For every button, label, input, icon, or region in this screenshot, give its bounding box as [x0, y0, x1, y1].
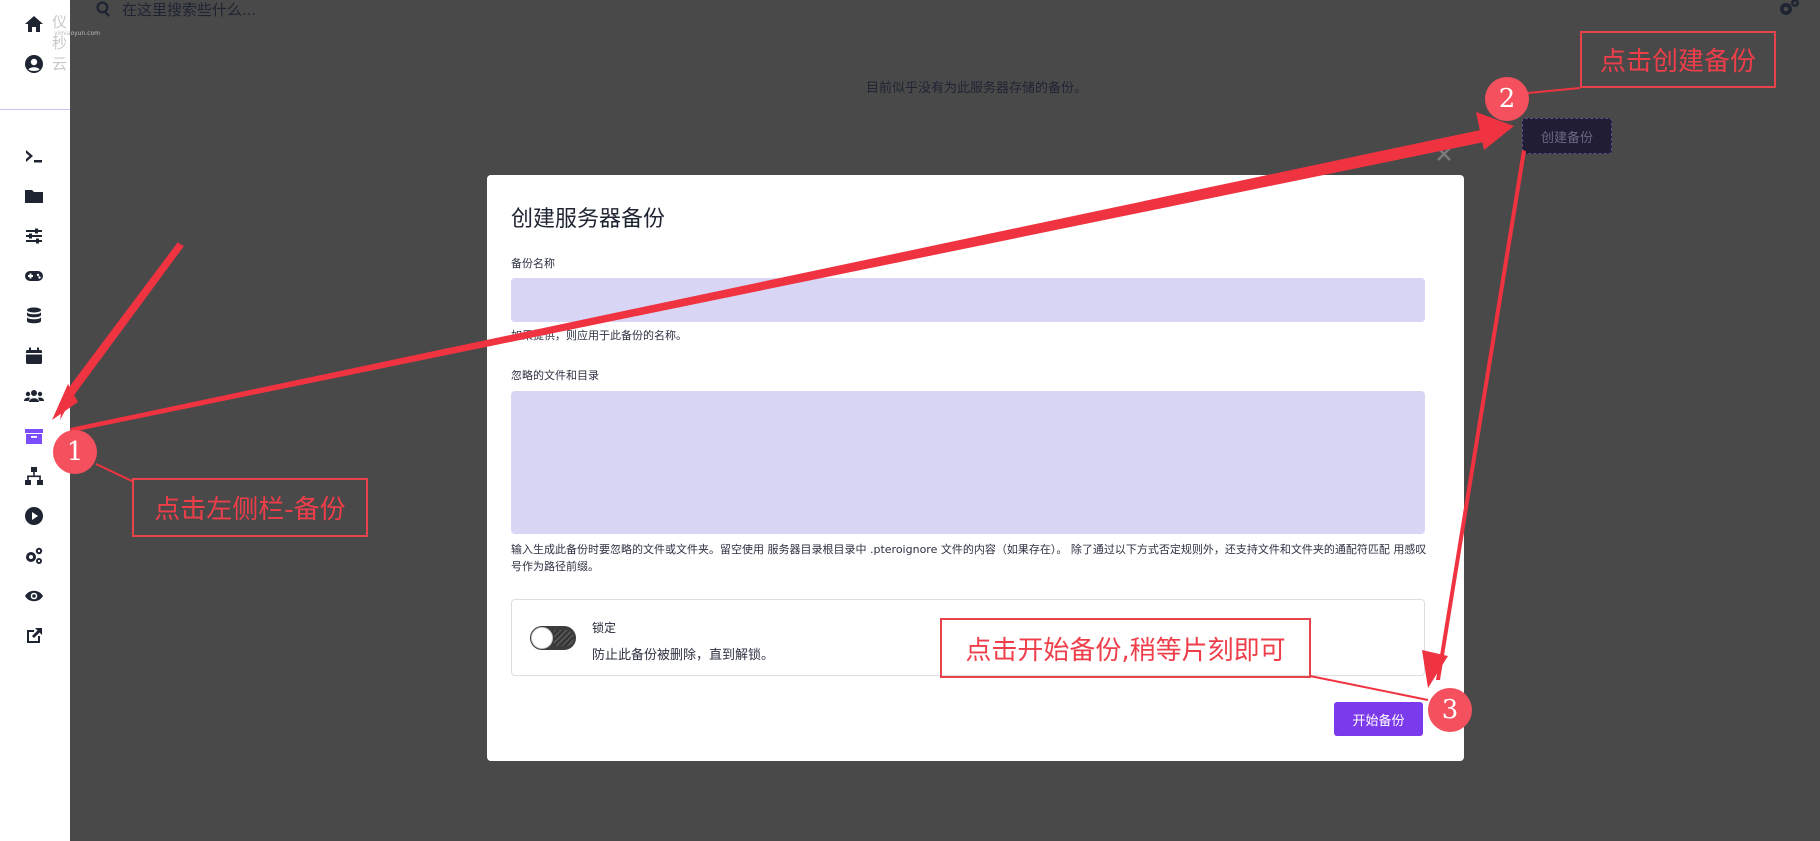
empty-backups-message: 目前似乎没有为此服务器存储的备份。	[865, 81, 1087, 96]
arrow-to-sidebar	[60, 242, 184, 420]
gamepad-icon[interactable]	[21, 263, 47, 289]
cogs-icon[interactable]	[21, 543, 47, 569]
create-backup-button[interactable]: 创建备份	[1522, 118, 1612, 154]
lock-toggle[interactable]	[530, 626, 576, 650]
logo-watermark: 仪秒云	[52, 13, 68, 73]
modal-title: 创建服务器备份	[511, 207, 666, 232]
step-badge-1: 1	[53, 430, 97, 474]
ignored-files-help: 输入生成此备份时要忽略的文件或文件夹。留空使用 服务器目录根目录中 .ptero…	[511, 543, 1427, 573]
callout-start-backup: 点击开始备份,稍等片刻即可	[940, 618, 1311, 678]
toggle-knob	[531, 627, 553, 649]
sidebar: 仪秒云 yimiaoyun.com	[0, 0, 100, 841]
search-icon	[96, 1, 110, 17]
start-backup-button[interactable]: 开始备份	[1334, 702, 1423, 736]
step-badge-2: 2	[1485, 77, 1529, 121]
search-bar[interactable]: 在这里搜索些什么...	[96, 0, 256, 19]
leader-line-1	[95, 463, 135, 483]
close-modal-icon[interactable]	[1434, 144, 1454, 164]
sliders-icon[interactable]	[21, 223, 47, 249]
callout-sidebar-backup: 点击左侧栏-备份	[132, 478, 368, 537]
folder-icon[interactable]	[21, 183, 47, 209]
users-icon[interactable]	[21, 383, 47, 409]
ignored-files-label: 忽略的文件和目录	[511, 369, 599, 382]
calendar-icon[interactable]	[21, 343, 47, 369]
backup-name-label: 备份名称	[511, 257, 555, 270]
backup-name-input[interactable]	[511, 278, 1425, 322]
ignored-files-textarea[interactable]	[511, 391, 1425, 534]
sidebar-divider	[0, 109, 70, 110]
callout-create-backup: 点击创建备份	[1580, 31, 1776, 88]
step-badge-3: 3	[1428, 688, 1472, 732]
settings-gear-icon[interactable]	[1778, 0, 1800, 19]
backup-name-help: 如果提供，则应用于此备份的名称。	[511, 329, 687, 342]
eye-icon[interactable]	[21, 583, 47, 609]
home-icon[interactable]	[21, 11, 47, 37]
logo-watermark-sub: yimiaoyun.com	[54, 30, 100, 37]
terminal-icon[interactable]	[21, 143, 47, 169]
lock-title: 锁定	[592, 621, 617, 635]
account-icon[interactable]	[21, 51, 47, 77]
database-icon[interactable]	[21, 303, 47, 329]
search-placeholder[interactable]: 在这里搜索些什么...	[122, 0, 256, 20]
external-link-icon[interactable]	[21, 623, 47, 649]
archive-icon[interactable]	[21, 423, 47, 449]
lock-description: 防止此备份被删除，直到解锁。	[592, 648, 775, 663]
toggle-track-pattern	[554, 630, 574, 646]
network-icon[interactable]	[21, 463, 47, 489]
play-icon[interactable]	[21, 503, 47, 529]
